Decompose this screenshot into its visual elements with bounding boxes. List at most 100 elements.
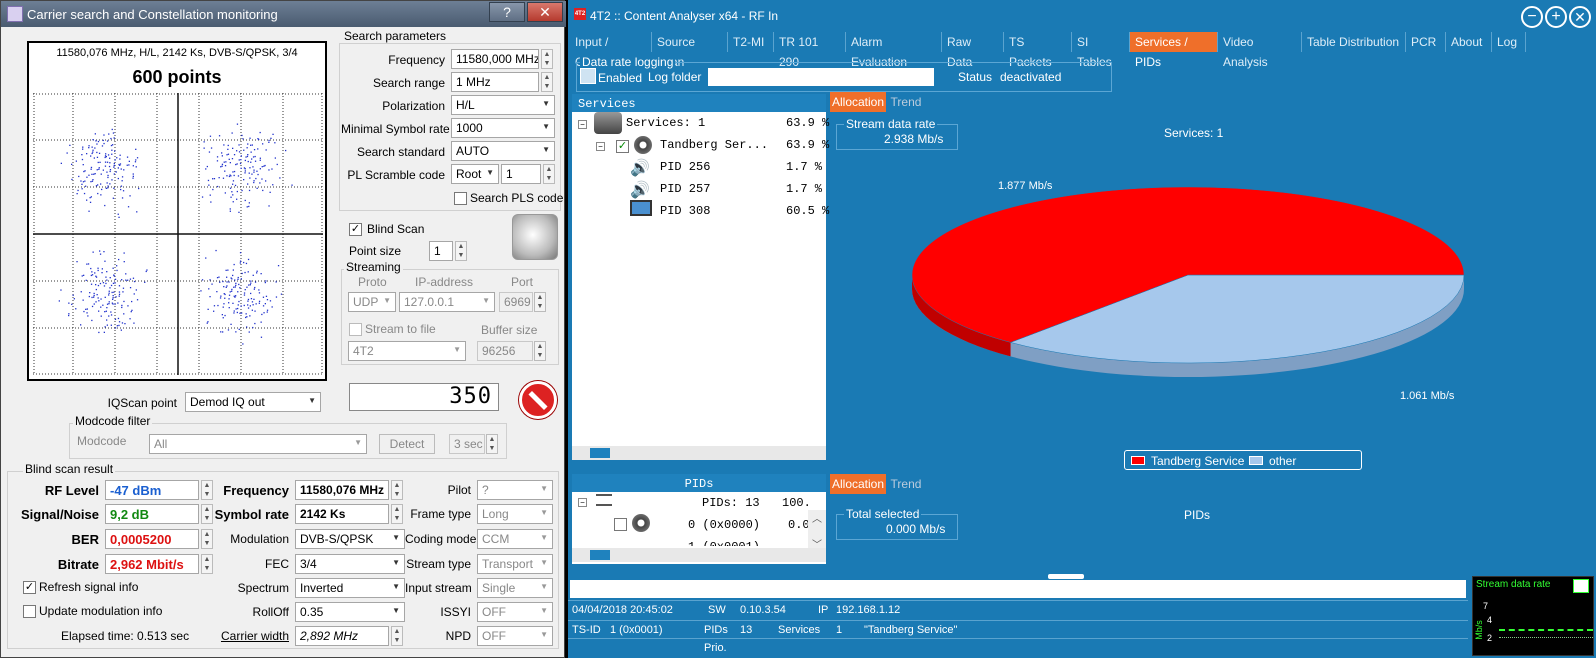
buffer-size-spinner[interactable]: ▲ ▼ bbox=[534, 341, 546, 361]
pid-row-name[interactable]: PID 256 bbox=[660, 160, 710, 174]
fec-select[interactable]: 3/4 bbox=[295, 554, 405, 574]
pid-row-name[interactable]: 0 (0x0000) bbox=[688, 518, 760, 532]
constellation-point bbox=[291, 184, 293, 186]
result-frequency-spinner[interactable]: ▲ ▼ bbox=[391, 480, 403, 500]
service-checkbox[interactable]: ✓ bbox=[616, 140, 629, 153]
rf-level-value: -47 dBm bbox=[105, 480, 199, 500]
search-standard-select[interactable]: AUTO bbox=[451, 141, 555, 161]
blind-scan-checkbox[interactable]: ✓ bbox=[349, 223, 362, 236]
tab-video-analysis[interactable]: Video Analysis bbox=[1218, 32, 1302, 69]
service-row-name[interactable]: Tandberg Ser... bbox=[660, 138, 768, 152]
port-input[interactable]: 6969 bbox=[499, 292, 533, 312]
constellation-point bbox=[69, 144, 71, 146]
tab-pcr[interactable]: PCR bbox=[1406, 32, 1446, 52]
minimize-icon[interactable]: − bbox=[1521, 6, 1543, 28]
close-button[interactable]: ✕ bbox=[527, 2, 563, 22]
ip-select[interactable]: 127.0.0.1 bbox=[399, 292, 495, 312]
tree-expander[interactable]: − bbox=[596, 142, 605, 151]
constellation-point bbox=[250, 282, 252, 284]
pl-scramble-code-input[interactable]: 1 bbox=[501, 164, 541, 184]
tab-about[interactable]: About bbox=[1446, 32, 1492, 52]
services-scrollbar[interactable] bbox=[572, 446, 826, 460]
modulation-select[interactable]: DVB-S/QPSK bbox=[295, 529, 405, 549]
rolloff-select[interactable]: 0.35 bbox=[295, 602, 405, 622]
tab-source-scan[interactable]: Source Scan bbox=[652, 32, 728, 69]
input-stream-select[interactable]: Single bbox=[477, 578, 553, 598]
frame-type-select[interactable]: Long bbox=[477, 504, 553, 524]
trend-tab[interactable]: Trend bbox=[886, 92, 926, 112]
spectrum-select[interactable]: Inverted bbox=[295, 578, 405, 598]
pilot-select[interactable]: ? bbox=[477, 480, 553, 500]
tab-raw-data[interactable]: Raw Data bbox=[942, 32, 1004, 69]
pl-scramble-spinner[interactable]: ▲ ▼ bbox=[543, 164, 555, 184]
iq-scan-select[interactable]: Demod IQ out bbox=[185, 392, 321, 412]
tab-t2-mi[interactable]: T2-MI bbox=[728, 32, 774, 52]
help-button[interactable]: ? bbox=[489, 2, 525, 22]
constellation-point bbox=[233, 170, 236, 173]
symbol-rate-spinner[interactable]: ▲ ▼ bbox=[391, 504, 403, 524]
proto-select[interactable]: UDP bbox=[348, 292, 396, 312]
interval-input[interactable]: 3 sec bbox=[449, 434, 485, 454]
constellation-point bbox=[236, 150, 238, 152]
tab-tr-101-290[interactable]: TR 101 290 bbox=[774, 32, 846, 69]
pid-row-name[interactable]: PID 257 bbox=[660, 182, 710, 196]
constellation-point bbox=[108, 292, 110, 294]
services-row-name[interactable]: Services: 1 bbox=[626, 116, 705, 130]
maximize-icon[interactable]: + bbox=[1545, 6, 1567, 28]
stop-button[interactable] bbox=[519, 381, 557, 419]
stream-to-file-checkbox[interactable] bbox=[349, 323, 362, 336]
point-size-spinner[interactable]: ▲ ▼ bbox=[455, 241, 467, 261]
tab-ts-packets[interactable]: TS Packets bbox=[1004, 32, 1072, 69]
file-select[interactable]: 4T2 bbox=[348, 341, 466, 361]
issyi-select[interactable]: OFF bbox=[477, 602, 553, 622]
buffer-size-input[interactable]: 96256 bbox=[477, 341, 533, 361]
stream-type-select[interactable]: Transport bbox=[477, 554, 553, 574]
refresh-signal-checkbox[interactable]: ✓ bbox=[23, 581, 36, 594]
carrier-width-link[interactable]: Carrier width bbox=[205, 629, 289, 643]
constellation-point bbox=[209, 279, 211, 281]
carrier-width-spinner[interactable]: ▲ ▼ bbox=[391, 626, 403, 646]
update-modulation-checkbox[interactable] bbox=[23, 605, 36, 618]
enabled-checkbox[interactable] bbox=[580, 68, 596, 84]
constellation-point bbox=[68, 314, 70, 317]
tab-si-tables[interactable]: SI Tables bbox=[1072, 32, 1130, 69]
allocation-tab[interactable]: Allocation bbox=[830, 92, 886, 112]
tab-input-output[interactable]: Input / Output bbox=[570, 32, 652, 69]
search-range-spinner[interactable]: ▲ ▼ bbox=[541, 72, 553, 92]
tab-services-pids[interactable]: Services / PIDs bbox=[1130, 32, 1218, 69]
pl-scramble-mode-select[interactable]: Root bbox=[451, 164, 499, 184]
frequency-input[interactable]: 11580,000 MHz bbox=[451, 49, 539, 69]
port-spinner[interactable]: ▲ ▼ bbox=[534, 292, 546, 312]
pids-vscroll[interactable]: ︿ ﹀ bbox=[808, 510, 826, 551]
modcode-select[interactable]: All bbox=[149, 434, 367, 454]
tab-table-distribution[interactable]: Table Distribution bbox=[1302, 32, 1406, 52]
pids-scrollbar[interactable] bbox=[572, 548, 826, 562]
log-folder-input[interactable] bbox=[708, 68, 934, 86]
tab-log[interactable]: Log bbox=[1492, 32, 1526, 52]
pid-row-name[interactable]: 1 (0x0001) bbox=[688, 540, 760, 546]
tab-alarm-evaluation[interactable]: Alarm Evaluation bbox=[846, 32, 942, 69]
point-size-input[interactable]: 1 bbox=[429, 241, 453, 261]
scroll-thumb[interactable] bbox=[590, 448, 610, 458]
tree-expander[interactable]: − bbox=[578, 498, 587, 507]
scroll-thumb[interactable] bbox=[590, 550, 610, 560]
tree-expander[interactable]: − bbox=[578, 120, 587, 129]
allocation-tab-pids[interactable]: Allocation bbox=[830, 474, 886, 494]
pid-row-name[interactable]: PID 308 bbox=[660, 204, 710, 218]
npd-select[interactable]: OFF bbox=[477, 626, 553, 646]
constellation-point bbox=[259, 157, 261, 159]
splitter-handle[interactable] bbox=[1048, 574, 1084, 579]
search-range-input[interactable]: 1 MHz bbox=[451, 72, 539, 92]
min-symbol-rate-select[interactable]: 1000 bbox=[451, 118, 555, 138]
pid-checkbox[interactable] bbox=[614, 518, 627, 531]
trend-tab-pids[interactable]: Trend bbox=[886, 474, 926, 494]
frequency-spinner[interactable]: ▲ ▼ bbox=[541, 49, 553, 69]
interval-spinner[interactable]: ▲ ▼ bbox=[486, 434, 498, 454]
globe-scan-button[interactable] bbox=[512, 214, 558, 260]
mini-graph-button[interactable] bbox=[1573, 579, 1589, 593]
search-pls-checkbox[interactable] bbox=[454, 192, 467, 205]
coding-mode-select[interactable]: CCM bbox=[477, 529, 553, 549]
close-icon[interactable]: ✕ bbox=[1569, 6, 1591, 28]
detect-button[interactable]: Detect bbox=[379, 434, 435, 454]
polarization-select[interactable]: H/L bbox=[451, 95, 555, 115]
